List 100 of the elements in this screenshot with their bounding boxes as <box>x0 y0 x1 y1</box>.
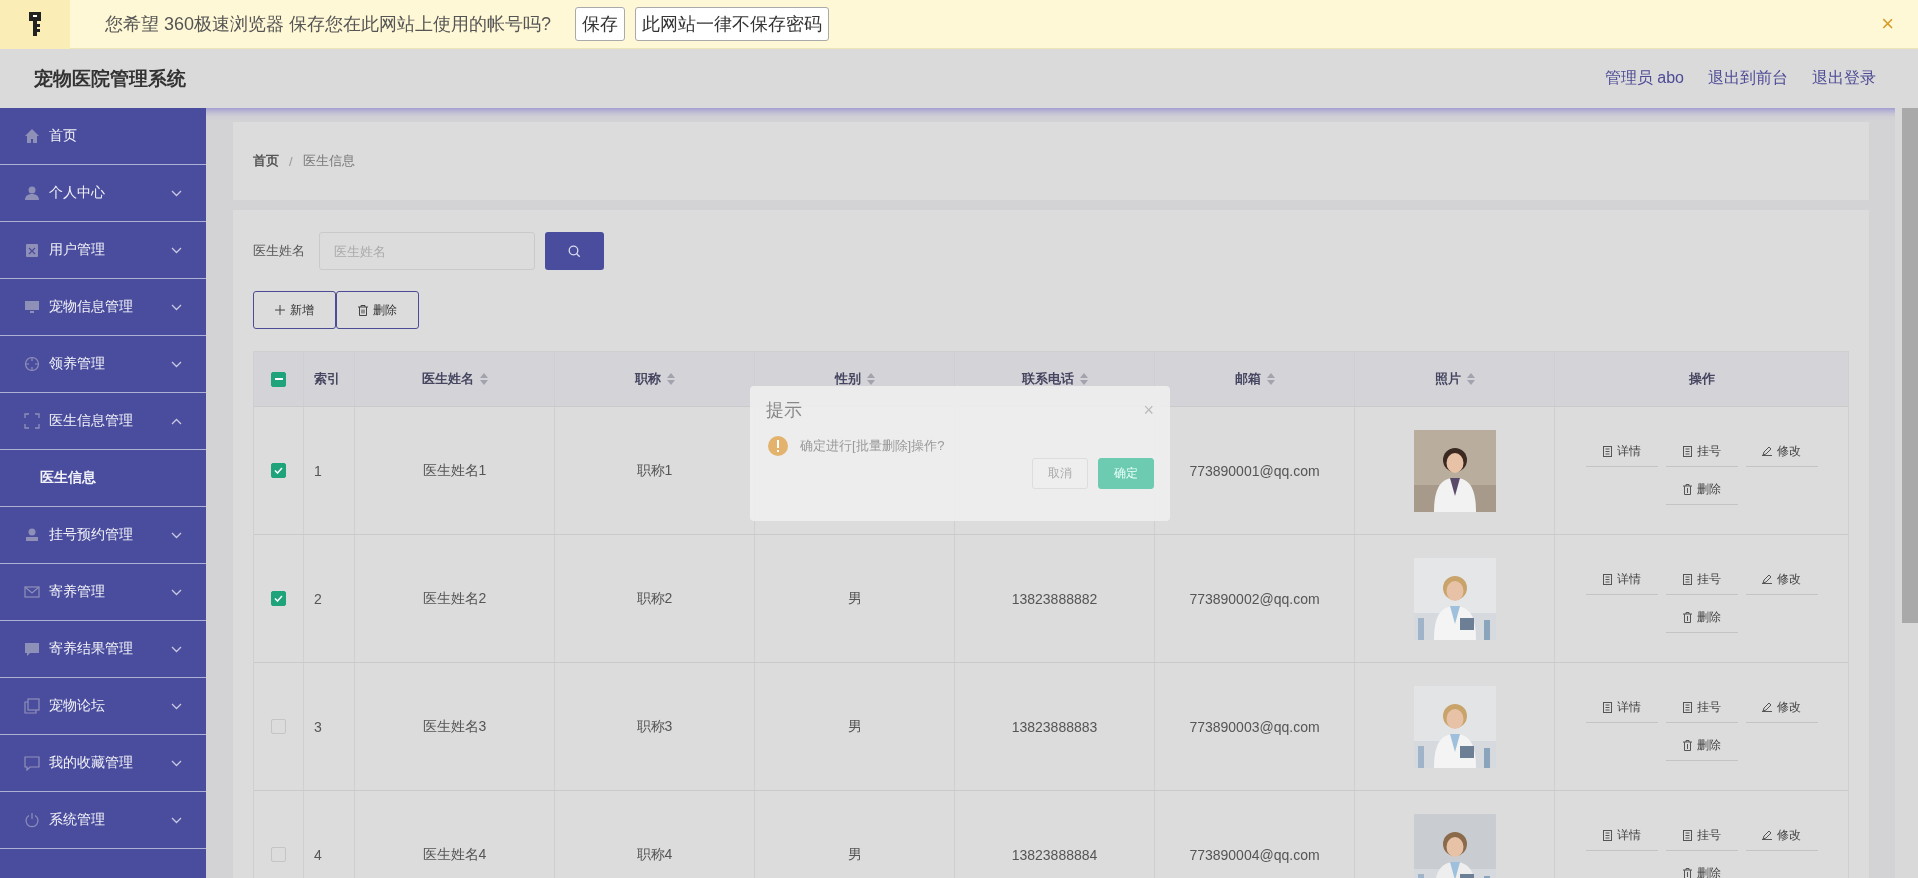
dialog-message: 确定进行[批量删除]操作? <box>800 437 945 455</box>
select-all-checkbox[interactable] <box>271 371 286 387</box>
sidebar-item[interactable]: 用户管理 <box>0 222 206 279</box>
column-header[interactable]: 联系电话 <box>1021 370 1088 388</box>
sidebar-item[interactable]: 医生信息管理 <box>0 393 206 450</box>
sidebar-item[interactable]: 寄养结果管理 <box>0 621 206 678</box>
add-button[interactable]: 新增 <box>253 291 336 329</box>
prompt-button[interactable]: 保存 <box>575 7 626 41</box>
stamp-icon <box>24 527 40 543</box>
column-header[interactable]: 照片 <box>1434 370 1475 388</box>
table-cell: 3 <box>314 718 322 735</box>
chevron-down-icon <box>171 759 182 767</box>
sort-icon <box>1466 373 1475 385</box>
warning-icon <box>768 436 788 456</box>
sidebar-item[interactable]: 宠物论坛 <box>0 678 206 735</box>
table-cell: 773890003@qq.com <box>1189 718 1320 735</box>
sidebar-item[interactable]: 我的收藏管理 <box>0 735 206 792</box>
column-header[interactable]: 性别 <box>834 370 875 388</box>
sort-icon <box>866 373 875 385</box>
document-icon <box>1602 701 1612 713</box>
table-cell: 男 <box>847 845 862 864</box>
clipboard-icon <box>24 242 40 258</box>
sidebar-item[interactable]: 寄养管理 <box>0 564 206 621</box>
table-cell: 医生姓名1 <box>422 461 487 480</box>
table-cell: 职称4 <box>636 845 673 864</box>
sidebar-item[interactable]: 宠物信息管理 <box>0 279 206 336</box>
sidebar-subitem[interactable]: 医生信息 <box>0 450 206 507</box>
chevron-down-icon <box>171 645 182 653</box>
register-button[interactable]: 挂号 <box>1665 692 1738 723</box>
header-link[interactable]: 退出到前台 <box>1708 68 1788 89</box>
pencil-icon <box>1762 446 1772 456</box>
edit-button[interactable]: 修改 <box>1745 564 1818 595</box>
register-button[interactable]: 挂号 <box>1665 564 1738 595</box>
table-cell: 职称2 <box>636 589 673 608</box>
sidebar-item[interactable]: 挂号预约管理 <box>0 507 206 564</box>
table-cell: 职称3 <box>636 717 673 736</box>
document-icon <box>1682 573 1692 585</box>
edit-button[interactable]: 修改 <box>1745 436 1818 467</box>
table-cell: 1 <box>314 462 322 479</box>
detail-button[interactable]: 详情 <box>1585 436 1658 467</box>
row-checkbox[interactable] <box>271 591 286 606</box>
sort-icon <box>1266 373 1275 385</box>
detail-button[interactable]: 详情 <box>1585 564 1658 595</box>
chevron-down-icon <box>171 588 182 596</box>
sort-icon <box>1079 373 1088 385</box>
breadcrumb-link[interactable]: 首页 <box>253 152 279 170</box>
sort-icon <box>479 373 488 385</box>
delete-button[interactable]: 删除 <box>1665 730 1738 761</box>
table-cell: 男 <box>847 717 862 736</box>
delete-button[interactable]: 删除 <box>336 291 419 329</box>
column-header: 操作 <box>1688 370 1715 388</box>
header-link[interactable]: 退出登录 <box>1812 68 1876 89</box>
prompt-button[interactable]: 此网站一律不保存密码 <box>635 7 830 41</box>
power-icon <box>24 812 40 828</box>
frame-icon <box>24 413 40 429</box>
column-header: 索引 <box>314 370 340 388</box>
chevron-down-icon <box>171 303 182 311</box>
check-icon <box>274 467 283 474</box>
column-header[interactable]: 医生姓名 <box>421 370 488 388</box>
table-cell: 职称1 <box>636 461 673 480</box>
edit-button[interactable]: 修改 <box>1745 692 1818 723</box>
register-button[interactable]: 挂号 <box>1665 436 1738 467</box>
document-icon <box>1602 445 1612 457</box>
document-icon <box>1682 445 1692 457</box>
table-cell: 医生姓名3 <box>422 717 487 736</box>
table-cell: 773890001@qq.com <box>1189 462 1320 479</box>
sidebar-item[interactable]: 首页 <box>0 108 206 165</box>
trash-icon <box>1682 611 1692 623</box>
table-cell: 医生姓名4 <box>422 845 487 864</box>
delete-button[interactable]: 删除 <box>1665 474 1738 505</box>
key-icon <box>28 11 42 37</box>
row-checkbox[interactable] <box>271 463 286 478</box>
sidebar-item[interactable]: 领养管理 <box>0 336 206 393</box>
scrollbar[interactable] <box>1895 108 1918 878</box>
detail-button[interactable]: 详情 <box>1585 820 1658 851</box>
app-title: 宠物医院管理系统 <box>34 66 186 91</box>
sidebar-item[interactable]: 个人中心 <box>0 165 206 222</box>
document-icon <box>1602 829 1612 841</box>
message-icon <box>24 755 40 771</box>
home-icon <box>24 128 40 144</box>
detail-button[interactable]: 详情 <box>1585 692 1658 723</box>
edit-button[interactable]: 修改 <box>1745 820 1818 851</box>
table-cell: 男 <box>847 589 862 608</box>
table-cell: 13823888884 <box>1011 846 1098 863</box>
column-header[interactable]: 职称 <box>634 370 675 388</box>
breadcrumb-separator: / <box>289 153 293 169</box>
crosshair-icon <box>24 356 40 372</box>
search-button[interactable] <box>545 232 604 270</box>
column-header[interactable]: 邮箱 <box>1234 370 1275 388</box>
table-cell: 医生姓名2 <box>422 589 487 608</box>
delete-button[interactable]: 删除 <box>1665 858 1738 878</box>
document-icon <box>1682 829 1692 841</box>
sidebar-item[interactable]: 系统管理 <box>0 792 206 849</box>
header-link[interactable]: 管理员 abo <box>1604 68 1684 89</box>
chevron-down-icon <box>171 360 182 368</box>
register-button[interactable]: 挂号 <box>1665 820 1738 851</box>
pencil-icon <box>1762 702 1772 712</box>
trash-icon <box>1682 739 1692 751</box>
sort-icon <box>666 373 675 385</box>
delete-button[interactable]: 删除 <box>1665 602 1738 633</box>
